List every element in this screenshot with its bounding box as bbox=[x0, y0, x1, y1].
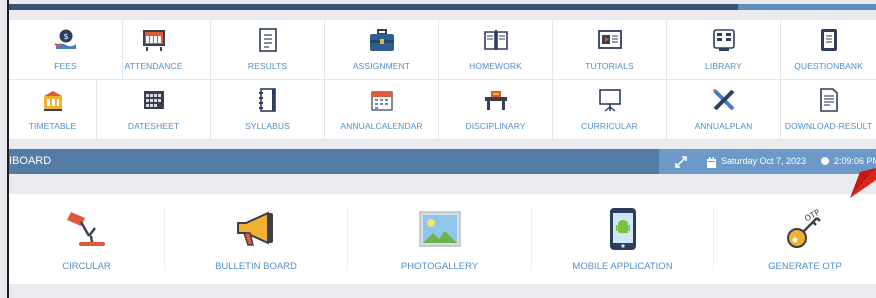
dashboard-title: IBOARD bbox=[9, 155, 52, 167]
shortcut-label: PHOTOGALLERY bbox=[400, 261, 479, 272]
module-questionbank[interactable]: QUESTIONBANK bbox=[781, 20, 876, 80]
questionbank-icon bbox=[814, 26, 844, 54]
module-results[interactable]: RESULTS bbox=[211, 20, 325, 80]
expand-icon[interactable] bbox=[675, 155, 687, 173]
shortcut-label: MOBILE APPLICATION bbox=[572, 261, 673, 272]
module-label: TUTORIALS bbox=[585, 61, 634, 71]
shortcut-bulletin-board[interactable]: BULLETIN BOARD bbox=[165, 194, 347, 284]
module-label: DATESHEET bbox=[127, 121, 180, 131]
module-assignment[interactable]: ASSIGNMENT bbox=[325, 20, 439, 80]
timetable-icon bbox=[38, 86, 68, 114]
module-label: DOWNLOAD-RESULT bbox=[784, 121, 873, 131]
module-label: DISCIPLINARY bbox=[465, 121, 526, 131]
module-annual-calendar[interactable]: ANNUALCALENDAR bbox=[325, 80, 439, 140]
module-label: QUESTIONBANK bbox=[794, 61, 863, 71]
module-label: ANNUALCALENDAR bbox=[340, 121, 423, 131]
module-homework[interactable]: HOMEWORK bbox=[439, 20, 553, 80]
module-grid: $ FEES ATTENDANCE RESULTS ASSIGNMENT HOM… bbox=[9, 20, 876, 140]
fees-icon: $ bbox=[51, 26, 81, 54]
module-label: ATTENDANCE bbox=[124, 61, 183, 71]
shortcut-label: BULLETIN BOARD bbox=[215, 261, 297, 272]
datesheet-icon bbox=[139, 86, 169, 114]
disciplinary-icon bbox=[481, 86, 511, 114]
svg-text:$: $ bbox=[63, 32, 68, 41]
current-date: Saturday Oct 7, 2023 bbox=[721, 156, 807, 166]
download-result-icon bbox=[814, 86, 844, 114]
desk-lamp-icon bbox=[65, 208, 109, 250]
module-timetable[interactable]: TIMETABLE bbox=[9, 80, 97, 140]
assignment-icon bbox=[367, 26, 397, 54]
module-label: FEES bbox=[54, 61, 77, 71]
shortcut-circular[interactable]: CIRCULAR bbox=[9, 194, 164, 284]
module-annual-plan[interactable]: ANNUALPLAN bbox=[667, 80, 781, 140]
module-label: ANNUALPLAN bbox=[694, 121, 753, 131]
module-label: TIMETABLE bbox=[28, 121, 77, 131]
module-label: SYLLABUS bbox=[245, 121, 290, 131]
module-label: ASSIGNMENT bbox=[352, 61, 411, 71]
megaphone-icon bbox=[234, 208, 278, 250]
calendar-icon bbox=[707, 155, 716, 173]
module-label: CURRICULAR bbox=[581, 121, 638, 131]
module-tutorials[interactable]: TUTORIALS bbox=[553, 20, 667, 80]
module-download-result[interactable]: DOWNLOAD-RESULT bbox=[781, 80, 876, 140]
module-label: HOMEWORK bbox=[469, 61, 522, 71]
module-datesheet[interactable]: DATESHEET bbox=[97, 80, 211, 140]
annual-plan-icon bbox=[709, 86, 739, 114]
dashboard-header-bar: IBOARD Saturday Oct 7, 2023 2:09:06 PM bbox=[9, 149, 876, 174]
module-attendance[interactable]: ATTENDANCE bbox=[97, 20, 211, 80]
datetime-panel: Saturday Oct 7, 2023 2:09:06 PM bbox=[659, 149, 876, 174]
curricular-icon bbox=[595, 86, 625, 114]
library-icon bbox=[709, 26, 739, 54]
homework-icon bbox=[481, 26, 511, 54]
clock-icon bbox=[821, 157, 829, 165]
module-syllabus[interactable]: SYLLABUS bbox=[211, 80, 325, 140]
annotation-arrow bbox=[850, 168, 876, 198]
results-icon bbox=[253, 26, 283, 54]
shortcut-label: CIRCULAR bbox=[62, 261, 111, 272]
tutorials-icon bbox=[595, 26, 625, 54]
shortcut-label: GENERATE OTP bbox=[768, 261, 842, 272]
attendance-icon bbox=[139, 26, 169, 54]
module-label: LIBRARY bbox=[705, 61, 742, 71]
module-curricular[interactable]: CURRICULAR bbox=[553, 80, 667, 140]
mobile-android-icon bbox=[601, 208, 645, 250]
shortcut-generate-otp[interactable]: OTP GENERATE OTP bbox=[714, 194, 876, 284]
module-library[interactable]: LIBRARY bbox=[667, 20, 781, 80]
photo-gallery-icon bbox=[418, 208, 462, 250]
shortcut-photogallery[interactable]: PHOTOGALLERY bbox=[348, 194, 531, 284]
module-label: RESULTS bbox=[247, 61, 288, 71]
annual-calendar-icon bbox=[367, 86, 397, 114]
otp-key-icon: OTP bbox=[783, 208, 827, 250]
shortcut-panel: CIRCULAR BULLETIN BOARD PHOTOGALLERY MOB… bbox=[9, 194, 876, 284]
module-disciplinary[interactable]: DISCIPLINARY bbox=[439, 80, 553, 140]
shortcut-mobile-application[interactable]: MOBILE APPLICATION bbox=[532, 194, 713, 284]
syllabus-icon bbox=[253, 86, 283, 114]
